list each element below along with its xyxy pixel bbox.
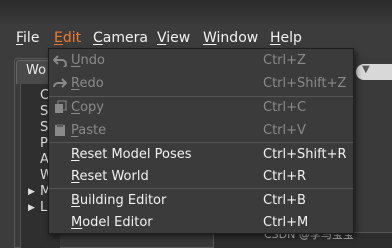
right-panel bbox=[352, 58, 392, 248]
app-window: File Edit Camera View Window Help Wo C S… bbox=[0, 0, 392, 248]
chevron-down-icon: ▼ bbox=[362, 64, 370, 75]
shortcut-label: Ctrl+C bbox=[263, 100, 307, 115]
menu-view[interactable]: View bbox=[157, 29, 190, 47]
shortcut-label: Ctrl+B bbox=[263, 193, 306, 208]
paste-icon bbox=[55, 124, 65, 136]
shortcut-label: Ctrl+R bbox=[263, 169, 307, 184]
menu-file[interactable]: File bbox=[16, 29, 39, 47]
expand-arrow-icon[interactable]: ▶ bbox=[28, 187, 35, 197]
menu-item-reset-world[interactable]: Reset World Ctrl+R bbox=[49, 166, 353, 188]
menu-item-redo[interactable]: Redo Ctrl+Shift+Z bbox=[49, 73, 353, 95]
shortcut-label: Ctrl+M bbox=[263, 215, 309, 230]
menu-window[interactable]: Window bbox=[203, 29, 258, 47]
shortcut-label: Ctrl+Shift+Z bbox=[263, 76, 347, 91]
menu-edit[interactable]: Edit bbox=[54, 29, 81, 47]
menu-item-paste[interactable]: Paste Ctrl+V bbox=[49, 120, 353, 142]
tree-row[interactable]: P bbox=[40, 136, 48, 151]
menu-bar: File Edit Camera View Window Help bbox=[0, 26, 392, 50]
redo-arrow-icon bbox=[53, 78, 67, 88]
menu-help[interactable]: Help bbox=[270, 29, 302, 47]
undo-arrow-icon bbox=[53, 55, 67, 67]
menu-item-building-editor[interactable]: Building Editor Ctrl+B bbox=[49, 190, 353, 212]
world-tab-label: Wo bbox=[26, 63, 47, 78]
menu-separator bbox=[49, 142, 353, 143]
tree-row[interactable]: L bbox=[40, 200, 47, 215]
shortcut-label: Ctrl+V bbox=[263, 123, 306, 138]
shortcut-label: Ctrl+Shift+R bbox=[263, 147, 347, 162]
expand-arrow-icon[interactable]: ▶ bbox=[28, 203, 35, 213]
menu-item-model-editor[interactable]: Model Editor Ctrl+M bbox=[49, 212, 353, 234]
copy-icon bbox=[55, 100, 67, 113]
menu-item-reset-model-poses[interactable]: Reset Model Poses Ctrl+Shift+R bbox=[49, 144, 353, 166]
menu-separator bbox=[49, 188, 353, 189]
title-shadow bbox=[0, 0, 392, 24]
menu-item-undo[interactable]: Undo Ctrl+Z bbox=[49, 50, 353, 72]
shortcut-label: Ctrl+Z bbox=[263, 53, 306, 68]
menu-item-copy[interactable]: Copy Ctrl+C bbox=[49, 97, 353, 119]
edit-menu-dropdown: Undo Ctrl+Z Redo Ctrl+Shift+Z Copy Ctrl+… bbox=[48, 48, 354, 234]
menu-camera[interactable]: Camera bbox=[93, 29, 148, 47]
